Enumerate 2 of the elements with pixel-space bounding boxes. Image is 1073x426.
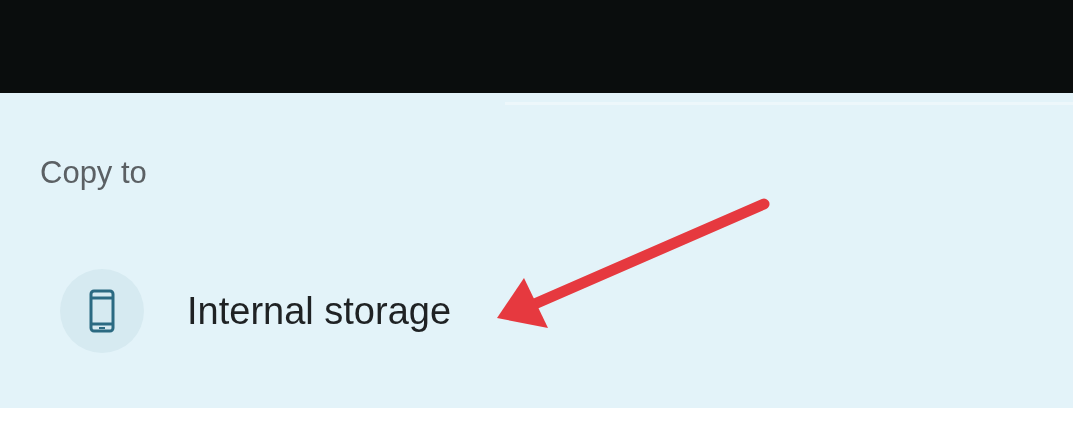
sheet-title: Copy to (40, 155, 147, 191)
storage-option[interactable]: Internal storage (187, 289, 452, 333)
